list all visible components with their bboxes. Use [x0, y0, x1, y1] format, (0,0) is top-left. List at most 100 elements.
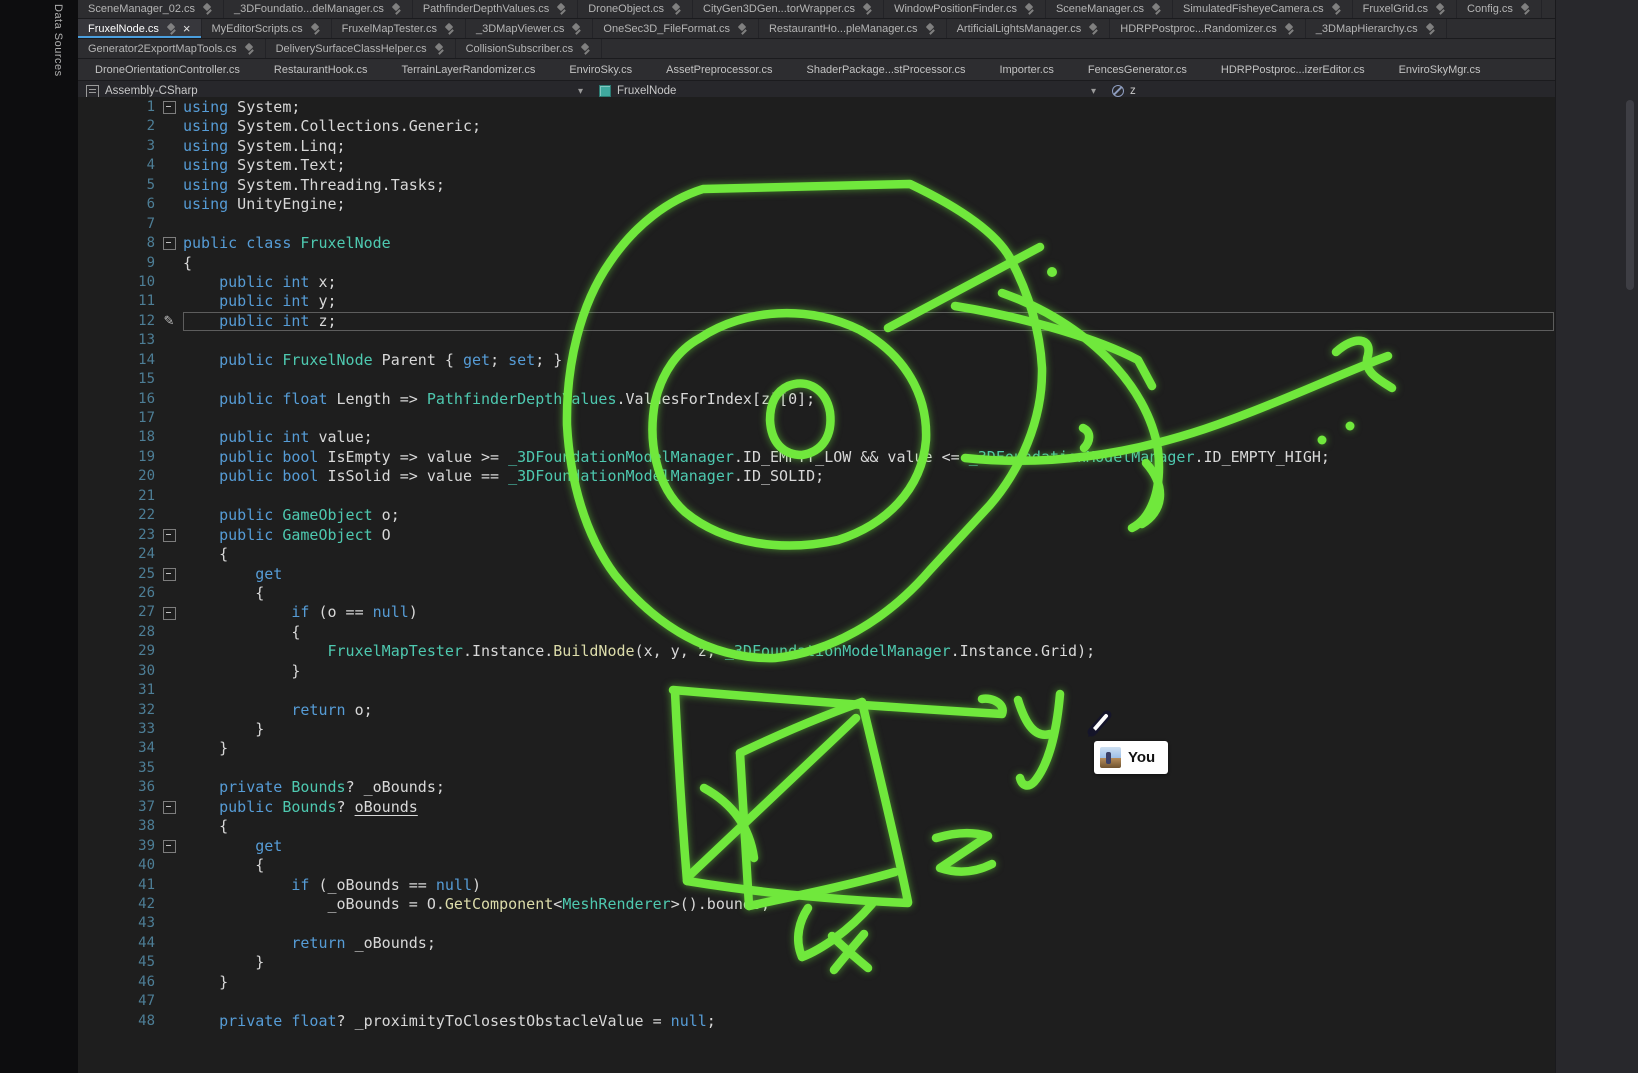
code-line[interactable]: 29 FruxelMapTester.Instance.BuildNode(x,…	[78, 642, 1556, 661]
code-line[interactable]: 8public class FruxelNode	[78, 234, 1556, 253]
pin-icon[interactable]	[580, 43, 591, 55]
pin-icon[interactable]	[166, 23, 177, 35]
fold-collapse-icon[interactable]	[163, 607, 176, 620]
code-line[interactable]: 34 }	[78, 739, 1556, 758]
code-line[interactable]: 5using System.Threading.Tasks;	[78, 176, 1556, 195]
fold-collapse-icon[interactable]	[163, 840, 176, 853]
tab-SceneManager.cs[interactable]: SceneManager.cs	[1046, 0, 1173, 18]
code-line[interactable]: 9{	[78, 254, 1556, 273]
code-line[interactable]: 21	[78, 487, 1556, 506]
pin-icon[interactable]	[202, 3, 213, 15]
pin-icon[interactable]	[862, 3, 873, 15]
tab-FencesGenerator.cs[interactable]: FencesGenerator.cs	[1071, 59, 1204, 80]
chevron-down-icon[interactable]: ▾	[1091, 86, 1096, 97]
code-line[interactable]: 25 get	[78, 565, 1556, 584]
code-line[interactable]: 40 {	[78, 856, 1556, 875]
pin-icon[interactable]	[925, 23, 936, 35]
code-line[interactable]: 6using UnityEngine;	[78, 195, 1556, 214]
tab-Importer.cs[interactable]: Importer.cs	[982, 59, 1070, 80]
tab-EnviroSkyMgr.cs[interactable]: EnviroSkyMgr.cs	[1382, 59, 1498, 80]
pin-icon[interactable]	[671, 3, 682, 15]
code-line[interactable]: 10 public int x;	[78, 273, 1556, 292]
tab-Config.cs[interactable]: Config.cs	[1457, 0, 1542, 18]
tab-_3DFoundatio...delManager.cs[interactable]: _3DFoundatio...delManager.cs	[224, 0, 413, 18]
code-line[interactable]: 28 {	[78, 623, 1556, 642]
code-line[interactable]: 35	[78, 759, 1556, 778]
code-line[interactable]: 39 get	[78, 837, 1556, 856]
pin-icon[interactable]	[1520, 3, 1531, 15]
tab-CityGen3DGen...torWrapper.cs[interactable]: CityGen3DGen...torWrapper.cs	[693, 0, 884, 18]
fold-collapse-icon[interactable]	[163, 237, 176, 250]
tab-RestaurantHo...pleManager.cs[interactable]: RestaurantHo...pleManager.cs	[759, 19, 947, 38]
code-line[interactable]: 15	[78, 370, 1556, 389]
pin-icon[interactable]	[244, 43, 255, 55]
close-icon[interactable]: ×	[183, 22, 191, 35]
code-editor[interactable]: 1using System;2using System.Collections.…	[78, 97, 1556, 1073]
tab-_3DMapViewer.cs[interactable]: _3DMapViewer.cs	[466, 19, 593, 38]
code-line[interactable]: 11 public int y;	[78, 292, 1556, 311]
pin-icon[interactable]	[1024, 3, 1035, 15]
code-line[interactable]: 45 }	[78, 953, 1556, 972]
code-line[interactable]: 47	[78, 992, 1556, 1011]
tab-SceneManager_02.cs[interactable]: SceneManager_02.cs	[78, 0, 224, 18]
code-line[interactable]: 17	[78, 409, 1556, 428]
tab-FruxelGrid.cs[interactable]: FruxelGrid.cs	[1353, 0, 1457, 18]
code-line[interactable]: 2using System.Collections.Generic;	[78, 117, 1556, 136]
pin-icon[interactable]	[1435, 3, 1446, 15]
code-line[interactable]: 14 public FruxelNode Parent { get; set; …	[78, 351, 1556, 370]
pin-icon[interactable]	[310, 23, 321, 35]
tab-ArtificialLightsManager.cs[interactable]: ArtificialLightsManager.cs	[947, 19, 1111, 38]
code-line[interactable]: 38 {	[78, 817, 1556, 836]
code-line[interactable]: 30 }	[78, 662, 1556, 681]
tab-AssetPreprocessor.cs[interactable]: AssetPreprocessor.cs	[649, 59, 789, 80]
code-line[interactable]: 37 public Bounds? oBounds	[78, 798, 1556, 817]
pin-icon[interactable]	[1151, 3, 1162, 15]
chevron-down-icon[interactable]: ▾	[578, 86, 583, 97]
code-line[interactable]: 33 }	[78, 720, 1556, 739]
tab-OneSec3D_FileFormat.cs[interactable]: OneSec3D_FileFormat.cs	[593, 19, 759, 38]
code-line[interactable]: 43	[78, 914, 1556, 933]
tab-RestaurantHook.cs[interactable]: RestaurantHook.cs	[257, 59, 385, 80]
code-line[interactable]: 7	[78, 215, 1556, 234]
scrollbar-track[interactable]	[1555, 0, 1638, 1073]
tab-_3DMapHierarchy.cs[interactable]: _3DMapHierarchy.cs	[1306, 19, 1447, 38]
pin-icon[interactable]	[434, 43, 445, 55]
code-line[interactable]: 22 public GameObject o;	[78, 506, 1556, 525]
code-line[interactable]: 13	[78, 331, 1556, 350]
tab-HDRPPostproc...izerEditor.cs[interactable]: HDRPPostproc...izerEditor.cs	[1204, 59, 1382, 80]
code-line[interactable]: 41 if (_oBounds == null)	[78, 876, 1556, 895]
code-line[interactable]: 3using System.Linq;	[78, 137, 1556, 156]
pin-icon[interactable]	[571, 23, 582, 35]
tab-HDRPPostproc...Randomizer.cs[interactable]: HDRPPostproc...Randomizer.cs	[1110, 19, 1306, 38]
code-line[interactable]: 20 public bool IsSolid => value == _3DFo…	[78, 467, 1556, 486]
code-line[interactable]: 27 if (o == null)	[78, 603, 1556, 622]
code-line[interactable]: 16 public float Length => PathfinderDept…	[78, 390, 1556, 409]
tab-WindowPositionFinder.cs[interactable]: WindowPositionFinder.cs	[884, 0, 1046, 18]
code-line[interactable]: 44 return _oBounds;	[78, 934, 1556, 953]
code-line[interactable]: 24 {	[78, 545, 1556, 564]
scrollbar-thumb[interactable]	[1626, 100, 1634, 290]
pin-icon[interactable]	[391, 3, 402, 15]
fold-collapse-icon[interactable]	[163, 568, 176, 581]
tab-FruxelMapTester.cs[interactable]: FruxelMapTester.cs	[332, 19, 466, 38]
code-line[interactable]: 31	[78, 681, 1556, 700]
tab-EnviroSky.cs[interactable]: EnviroSky.cs	[552, 59, 649, 80]
fold-collapse-icon[interactable]	[163, 801, 176, 814]
fold-collapse-icon[interactable]	[163, 529, 176, 542]
fold-collapse-icon[interactable]	[163, 101, 176, 114]
pin-icon[interactable]	[444, 23, 455, 35]
tab-DeliverySurfaceClassHelper.cs[interactable]: DeliverySurfaceClassHelper.cs	[266, 39, 456, 58]
code-line[interactable]: 48 private float? _proximityToClosestObs…	[78, 1012, 1556, 1031]
tab-DroneOrientationController.cs[interactable]: DroneOrientationController.cs	[78, 59, 257, 80]
tab-FruxelNode.cs[interactable]: FruxelNode.cs×	[78, 19, 202, 38]
pin-icon[interactable]	[556, 3, 567, 15]
pin-icon[interactable]	[737, 23, 748, 35]
code-line[interactable]: 32 return o;	[78, 701, 1556, 720]
tab-MyEditorScripts.cs[interactable]: MyEditorScripts.cs	[202, 19, 332, 38]
pin-icon[interactable]	[1425, 23, 1436, 35]
code-line[interactable]: 1using System;	[78, 98, 1556, 117]
code-line[interactable]: 19 public bool IsEmpty => value >= _3DFo…	[78, 448, 1556, 467]
pin-icon[interactable]	[1284, 23, 1295, 35]
tab-SimulatedFisheyeCamera.cs[interactable]: SimulatedFisheyeCamera.cs	[1173, 0, 1353, 18]
code-line[interactable]: 42 _oBounds = O.GetComponent<MeshRendere…	[78, 895, 1556, 914]
